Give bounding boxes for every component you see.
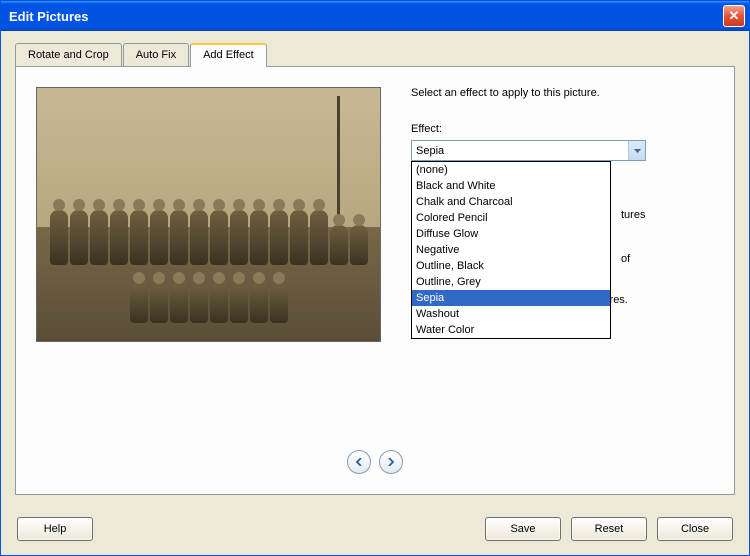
reset-button[interactable]: Reset (571, 517, 647, 541)
close-window-button[interactable]: ✕ (723, 5, 745, 27)
chevron-down-icon (628, 141, 645, 160)
effect-option[interactable]: Water Color (412, 322, 610, 338)
edit-pictures-dialog: Edit Pictures ✕ Rotate and Crop Auto Fix… (0, 0, 750, 556)
tab-add-effect[interactable]: Add Effect (190, 43, 267, 67)
effect-option[interactable]: Sepia (412, 290, 610, 306)
obscured-text: tures of (621, 207, 721, 267)
tab-bar: Rotate and Crop Auto Fix Add Effect (15, 43, 735, 66)
tab-panel: Select an effect to apply to this pictur… (15, 66, 735, 495)
titlebar: Edit Pictures ✕ (1, 1, 749, 31)
picture-nav (36, 450, 714, 474)
effect-label: Effect: (411, 123, 714, 135)
effect-selected-value: Sepia (416, 145, 444, 157)
effect-option[interactable]: Outline, Black (412, 258, 610, 274)
effect-dropdown-list[interactable]: (none) Black and White Chalk and Charcoa… (411, 161, 611, 339)
effect-option[interactable]: Washout (412, 306, 610, 322)
picture-preview (36, 87, 381, 342)
tab-auto-fix[interactable]: Auto Fix (123, 43, 189, 66)
effect-controls: Select an effect to apply to this pictur… (411, 87, 714, 438)
effect-option[interactable]: Diffuse Glow (412, 226, 610, 242)
chevron-right-icon (387, 458, 395, 466)
effect-option[interactable]: Chalk and Charcoal (412, 194, 610, 210)
instruction-text: Select an effect to apply to this pictur… (411, 87, 714, 99)
close-icon: ✕ (729, 8, 740, 24)
effect-option[interactable]: (none) (412, 162, 610, 178)
prev-picture-button[interactable] (347, 450, 371, 474)
effect-option[interactable]: Outline, Grey (412, 274, 610, 290)
chevron-left-icon (355, 458, 363, 466)
effect-option[interactable]: Black and White (412, 178, 610, 194)
effect-combo[interactable]: Sepia (none) Black and White Chalk and C… (411, 140, 646, 161)
save-button[interactable]: Save (485, 517, 561, 541)
dialog-footer: Help Save Reset Close (1, 507, 749, 555)
effect-option[interactable]: Negative (412, 242, 610, 258)
effect-option[interactable]: Colored Pencil (412, 210, 610, 226)
next-picture-button[interactable] (379, 450, 403, 474)
panel-body: Select an effect to apply to this pictur… (36, 87, 714, 438)
close-button[interactable]: Close (657, 517, 733, 541)
effect-combo-box[interactable]: Sepia (411, 140, 646, 161)
help-button[interactable]: Help (17, 517, 93, 541)
tab-rotate-and-crop[interactable]: Rotate and Crop (15, 43, 122, 66)
window-title: Edit Pictures (9, 9, 723, 24)
content-area: Rotate and Crop Auto Fix Add Effect (1, 31, 749, 507)
